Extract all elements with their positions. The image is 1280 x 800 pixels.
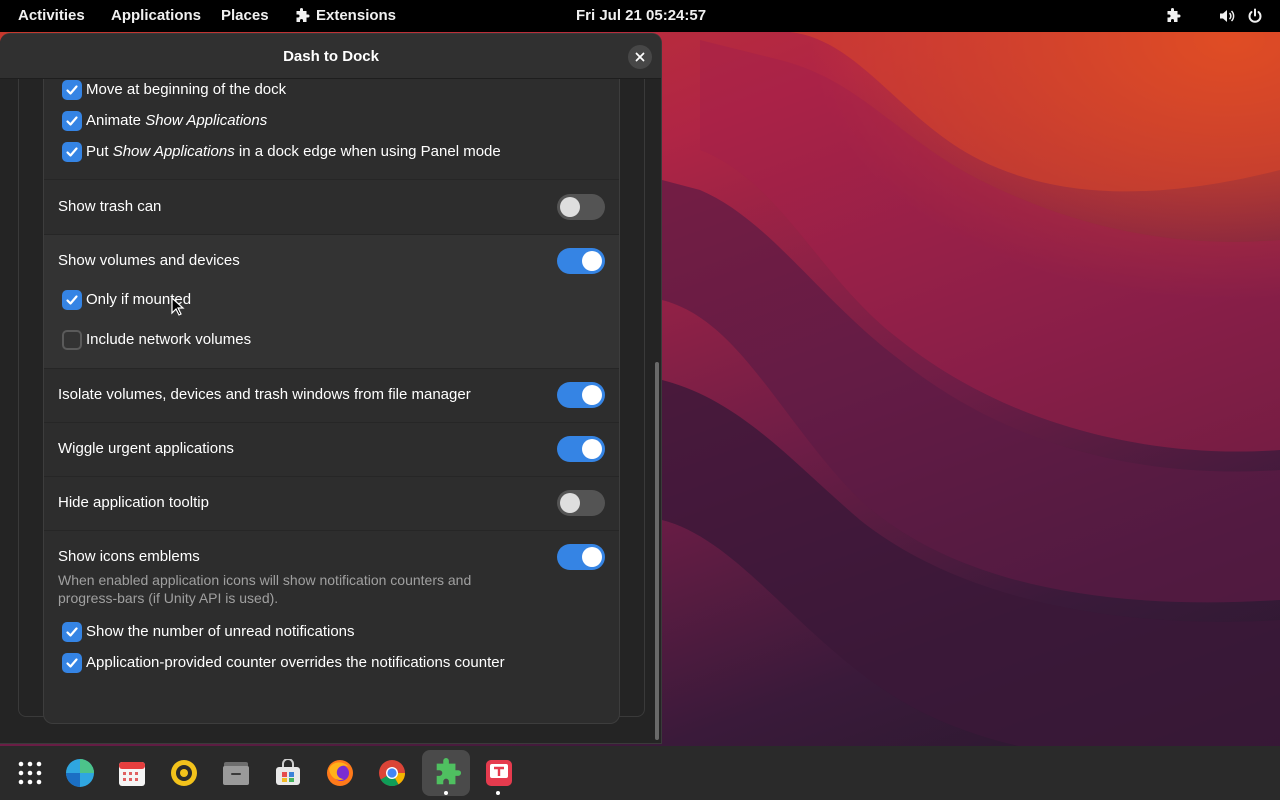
close-icon [635,52,645,62]
put-show-apps-label: Put Show Applications in a dock edge whe… [86,143,501,160]
include-network-checkbox[interactable] [62,330,82,350]
move-beginning-label: Move at beginning of the dock [86,81,287,98]
extensions-icon[interactable] [432,758,462,788]
checkmark-icon [66,116,78,126]
isolate-volumes-label: Isolate volumes, devices and trash windo… [58,386,471,403]
show-volumes-label: Show volumes and devices [58,252,240,269]
include-network-label: Include network volumes [86,331,252,348]
window-title: Dash to Dock [283,48,379,65]
settings-list: Move at beginning of the dock Animate Sh… [43,79,620,724]
isolate-volumes-switch[interactable] [557,382,605,408]
show-trash-label: Show trash can [58,198,162,215]
puzzle-icon [296,8,310,22]
checkmark-icon [66,147,78,157]
show-emblems-description: When enabled application icons will show… [58,572,472,606]
hide-tooltip-switch[interactable] [557,490,605,516]
wiggle-urgent-label: Wiggle urgent applications [58,440,234,457]
volume-icon[interactable] [1219,8,1235,24]
activities-button[interactable]: Activities [18,0,85,32]
extensions-tray-icon[interactable] [1165,8,1181,24]
dock [0,746,1280,800]
settings-scroll-area[interactable]: Move at beginning of the dock Animate Sh… [0,79,661,743]
hide-tooltip-label: Hide application tooltip [58,494,209,511]
show-unread-label: Show the number of unread notifications [86,623,355,640]
show-apps-icon[interactable] [16,759,44,787]
window-titlebar[interactable]: Dash to Dock [0,34,661,79]
dash-to-dock-window: Dash to Dock Move at beginning of the do… [0,33,662,744]
extensions-label: Extensions [316,7,397,24]
checkmark-icon [66,85,78,95]
checkmark-icon [66,295,78,305]
put-show-apps-checkbox[interactable] [62,142,82,162]
places-menu[interactable]: Places [221,0,269,32]
show-unread-checkbox[interactable] [62,622,82,642]
power-icon[interactable] [1247,8,1263,24]
mouse-pointer-icon [171,297,185,316]
show-emblems-label: Show icons emblems [58,548,200,565]
wiggle-urgent-switch[interactable] [557,436,605,462]
only-if-mounted-checkbox[interactable] [62,290,82,310]
software-icon[interactable] [274,759,302,787]
rhythmbox-icon[interactable] [170,759,198,787]
clock[interactable]: Fri Jul 21 05:24:57 [576,0,706,32]
app-counter-checkbox[interactable] [62,653,82,673]
files-icon[interactable] [222,759,250,787]
show-emblems-switch[interactable] [557,544,605,570]
running-indicator [496,791,500,795]
checkmark-icon [66,658,78,668]
checkmark-icon [66,627,78,637]
text-editor-icon[interactable] [485,759,513,787]
animate-show-apps-checkbox[interactable] [62,111,82,131]
app-counter-label: Application-provided counter overrides t… [86,654,505,671]
running-indicator [444,791,448,795]
close-button[interactable] [628,45,652,69]
move-beginning-checkbox[interactable] [62,80,82,100]
calendar-icon[interactable] [118,759,146,787]
applications-menu[interactable]: Applications [111,0,201,32]
show-trash-switch[interactable] [557,194,605,220]
firefox-icon[interactable] [326,759,354,787]
extensions-menu[interactable]: Extensions [294,0,396,32]
browser-icon[interactable] [65,758,95,788]
top-bar: Activities Applications Places Extension… [0,0,1280,32]
scrollbar[interactable] [655,362,659,740]
animate-show-apps-label: Animate Show Applications [86,112,268,129]
chrome-icon[interactable] [378,759,406,787]
show-volumes-switch[interactable] [557,248,605,274]
